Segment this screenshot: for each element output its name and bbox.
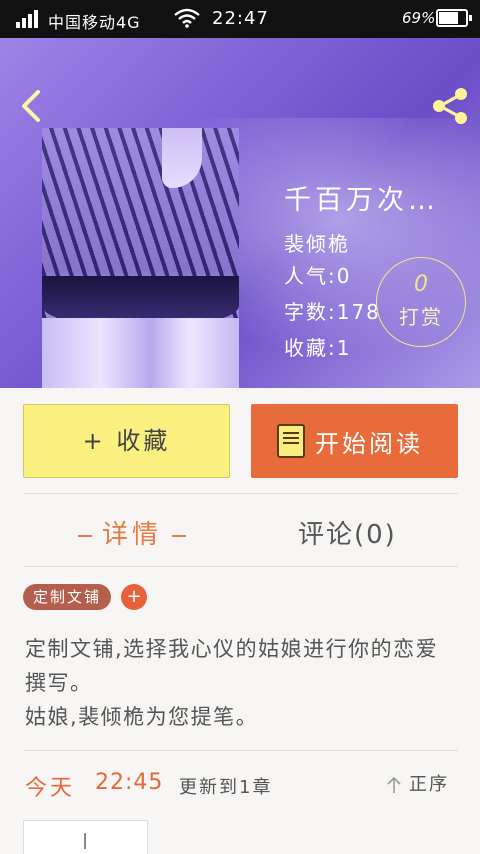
tab-detail[interactable]: 详情	[68, 514, 196, 551]
book-header: 千百万次… 裴倾桅 人气:0 字数:178 收藏:1 0 打赏	[0, 38, 480, 388]
book-word-count: 字数:178	[284, 300, 381, 324]
tip-label: 打赏	[399, 305, 443, 329]
battery-percent: 69%	[402, 9, 436, 27]
book-cover-image	[42, 128, 239, 388]
wifi-icon	[174, 8, 200, 28]
tip-count: 0	[414, 272, 428, 297]
update-text: 更新到1章	[179, 777, 273, 798]
divider	[24, 750, 458, 751]
divider	[24, 566, 458, 567]
status-bar: 中国移动4G 22:47 69%	[0, 0, 480, 38]
book-popularity: 人气:0	[284, 264, 352, 288]
battery-icon	[436, 9, 472, 27]
book-icon	[277, 424, 305, 458]
sort-up-arrow-icon	[387, 776, 401, 793]
back-arrow-icon[interactable]	[14, 86, 48, 126]
collect-button[interactable]: + 收藏	[23, 404, 230, 478]
start-reading-label: 开始阅读	[315, 430, 423, 458]
add-tag-button[interactable]: +	[121, 584, 147, 610]
sort-order-button[interactable]: 正序	[387, 770, 449, 800]
update-day: 今天	[25, 776, 76, 801]
tab-detail-label: 详情	[102, 520, 163, 550]
divider	[24, 493, 458, 494]
description-line: 姑娘,裴倾桅为您提笔。	[25, 705, 259, 729]
tab-comments[interactable]: 评论(0)	[298, 514, 397, 551]
update-info: 今天 22:45 更新到1章 正序	[25, 766, 457, 802]
chapter-card[interactable]	[23, 820, 148, 854]
update-time: 22:45	[95, 770, 164, 795]
share-icon[interactable]	[430, 86, 470, 126]
carrier-label: 中国移动4G	[48, 13, 141, 32]
book-title: 千百万次…	[284, 185, 439, 216]
book-description: 定制文铺,选择我心仪的姑娘进行你的恋爱撰写。 姑娘,裴倾桅为您提笔。	[25, 632, 455, 734]
clock: 22:47	[212, 8, 269, 29]
signal-icon	[16, 10, 40, 28]
book-author: 裴倾桅	[284, 232, 350, 256]
book-favorites: 收藏:1	[284, 336, 352, 360]
category-tag[interactable]: 定制文铺	[23, 584, 112, 610]
description-line: 定制文铺,选择我心仪的姑娘进行你的恋爱撰写。	[25, 637, 439, 695]
sort-order-label: 正序	[409, 774, 449, 795]
tip-button[interactable]: 0 打赏	[376, 257, 466, 347]
start-reading-button[interactable]: 开始阅读	[251, 404, 458, 478]
